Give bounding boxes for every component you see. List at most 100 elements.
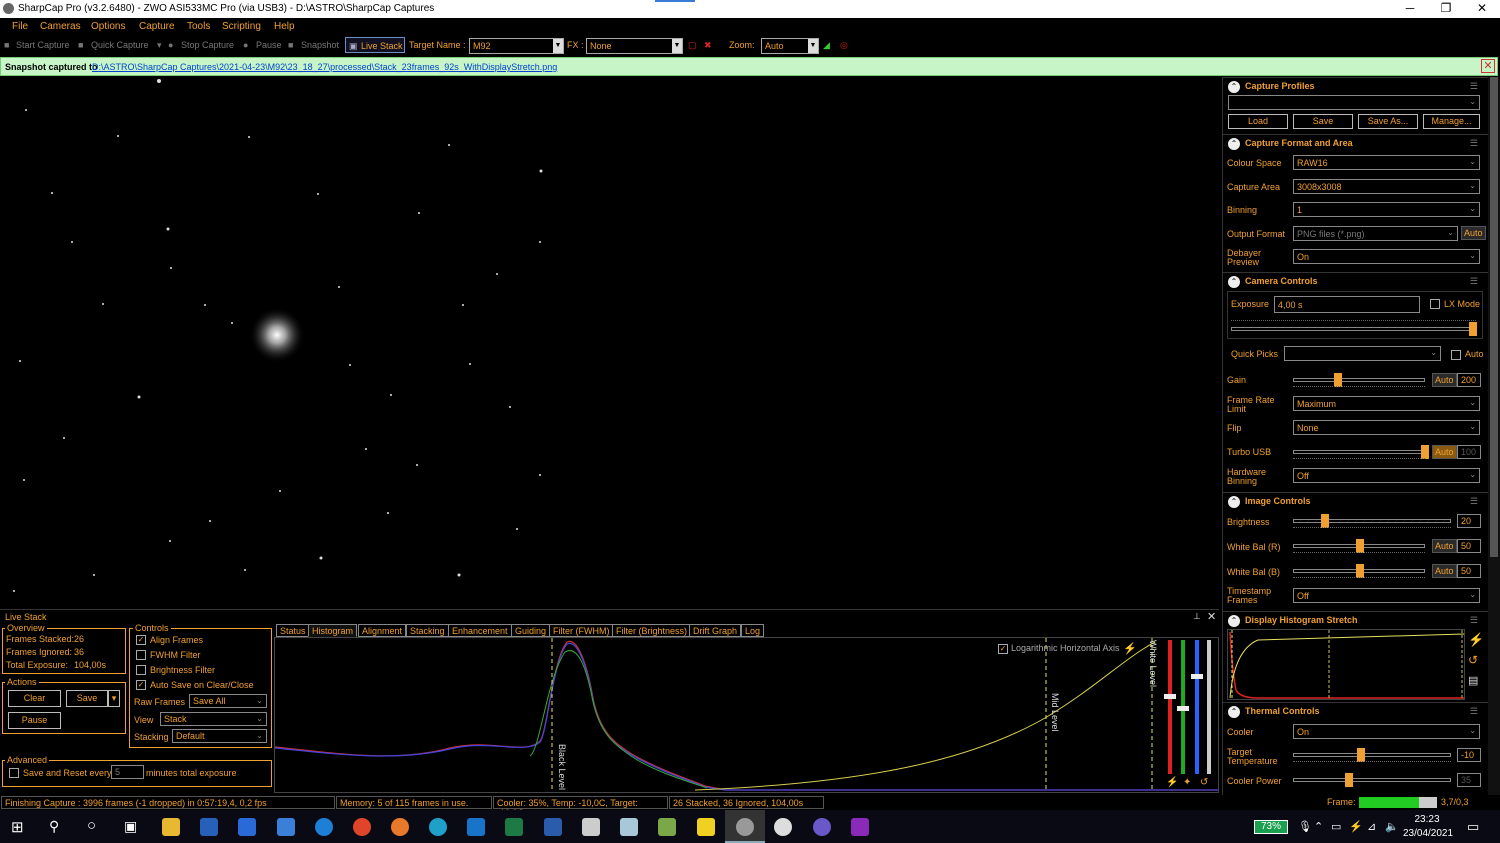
tab-histogram[interactable]: Histogram [308,624,358,637]
battery-indicator[interactable]: 73% [1254,820,1288,834]
menu-icon[interactable]: ☰ [1470,138,1478,149]
turbo-usb-slider[interactable] [1293,450,1425,454]
sparkle-icon[interactable]: ✦ [1183,777,1191,788]
menu-icon[interactable]: ☰ [1470,81,1478,92]
scrollbar-thumb[interactable] [1490,77,1498,557]
brightness-slider-thumb[interactable] [1321,514,1329,528]
live-stack-button[interactable]: ▣ Live Stack [345,37,405,53]
turbo-usb-slider-thumb[interactable] [1421,445,1429,459]
cortana-icon[interactable]: ○ [87,817,96,834]
brightness-slider[interactable] [1293,519,1451,523]
menu-icon[interactable]: ☰ [1470,706,1478,717]
view-select[interactable]: Stack ⌄ [160,712,267,726]
app-icon[interactable] [774,818,792,836]
output-format-auto-button[interactable]: Auto [1461,226,1486,240]
capture-profiles-header[interactable]: ⌃ Capture Profiles ☰ [1223,77,1488,95]
chevron-down-icon[interactable]: ▼ [553,39,563,53]
collapse-icon[interactable]: ⌃ [1228,81,1240,93]
blue-balance-track[interactable] [1195,640,1199,774]
save-options-dropdown[interactable]: ▾ [108,690,120,707]
tab-stacking[interactable]: Stacking [406,624,449,637]
outlook-icon[interactable] [467,818,485,836]
white-bal-b-slider-thumb[interactable] [1356,564,1364,578]
auto-stretch-icon[interactable]: ⚡ [1468,632,1484,648]
turbo-usb-input[interactable]: 100 [1457,445,1481,459]
close-button[interactable]: ✕ [1464,0,1500,18]
display-stretch-header[interactable]: ⌃ Display Histogram Stretch ☰ [1223,611,1488,629]
network-icon[interactable]: ▭ [1331,820,1341,833]
teams-icon[interactable] [277,818,295,836]
reset-stretch-icon[interactable]: ↺ [1468,653,1478,667]
reticle-square-icon[interactable]: ▢ [688,40,697,51]
snapshot-button[interactable]: Snapshot [301,40,339,50]
save-stretch-icon[interactable]: ▤ [1468,674,1478,687]
powershell-ise-icon[interactable] [238,818,256,836]
gain-slider-thumb[interactable] [1334,373,1342,387]
windows-start-icon[interactable]: ⊞ [11,818,24,836]
reset-balance-icon[interactable]: ↺ [1200,777,1208,788]
cooler-select[interactable]: On ⌄ [1293,724,1480,739]
wifi-icon[interactable]: ⊿ [1367,820,1376,833]
reticle-cross-icon[interactable]: ✖ [704,40,712,51]
debayer-preview-select[interactable]: On ⌄ [1293,249,1480,264]
sharpcap-taskbar-button[interactable] [725,810,765,843]
capture-format-header[interactable]: ⌃ Capture Format and Area ☰ [1223,134,1488,152]
green-balance-thumb[interactable] [1177,706,1189,711]
white-bal-b-input[interactable]: 50 [1457,564,1481,578]
menu-options[interactable]: Options [91,21,125,32]
timestamp-frames-select[interactable]: Off ⌄ [1293,588,1480,603]
manage-profiles-button[interactable]: Manage... [1423,114,1480,129]
save-reset-minutes-input[interactable]: 5 [111,765,144,779]
target-name-input[interactable]: M92 ▼ [469,38,564,54]
quick-picks-auto-checkbox[interactable] [1451,350,1461,360]
close-icon[interactable]: ✕ [1207,610,1216,623]
focus-assist-icon[interactable]: ◎ [840,40,848,51]
save-stack-button[interactable]: Save [66,690,108,707]
exposure-slider-thumb[interactable] [1469,322,1477,336]
load-profile-button[interactable]: Load [1228,114,1288,129]
white-bal-r-input[interactable]: 50 [1457,539,1481,553]
internet-explorer-icon[interactable] [315,818,333,836]
volume-icon[interactable]: 🔈 [1385,820,1399,833]
luminance-balance-track[interactable] [1207,640,1211,774]
turbo-usb-auto-button[interactable]: Auto [1432,445,1457,459]
capture-profile-select[interactable]: ⌄ [1228,95,1480,110]
menu-help[interactable]: Help [274,21,295,32]
quick-capture-dropdown-icon[interactable]: ▾ [157,40,162,51]
tab-filter-brightness[interactable]: Filter (Brightness) [612,624,692,637]
stellarium-icon[interactable] [813,818,831,836]
frame-rate-limit-select[interactable]: Maximum ⌄ [1293,396,1480,411]
lx-mode-checkbox[interactable] [1430,299,1440,309]
powershell-icon[interactable] [200,818,218,836]
notifications-icon[interactable]: ▭ [1467,819,1479,835]
auto-balance-icon[interactable]: ⚡ [1166,777,1178,788]
flip-select[interactable]: None ⌄ [1293,420,1480,435]
tab-status[interactable]: Status [276,624,310,637]
gain-slider[interactable] [1293,378,1425,382]
image-controls-header[interactable]: ⌃ Image Controls ☰ [1223,492,1488,510]
menu-scripting[interactable]: Scripting [222,21,261,32]
align-frames-checkbox[interactable]: ✓ [136,635,146,645]
editor-icon[interactable] [658,818,676,836]
notepad-icon[interactable] [620,818,638,836]
collapse-icon[interactable]: ⌃ [1228,496,1240,508]
restore-button[interactable]: ❐ [1428,0,1464,18]
microphone-icon[interactable]: 🎙 [1298,820,1312,833]
menu-file[interactable]: File [12,21,28,32]
collapse-icon[interactable]: ⌃ [1228,706,1240,718]
chrome-icon[interactable] [353,818,371,836]
file-explorer-icon[interactable] [162,818,180,836]
pause-stack-button[interactable]: Pause [8,712,61,729]
tab-drift-graph[interactable]: Drift Graph [689,624,742,637]
collapse-icon[interactable]: ⌃ [1228,615,1240,627]
tab-guiding[interactable]: Guiding [511,624,551,637]
auto-stretch-icon[interactable]: ⚡ [1123,642,1137,655]
tab-log[interactable]: Log [741,624,765,637]
quick-capture-button[interactable]: Quick Capture [91,40,149,50]
clear-stack-button[interactable]: Clear [8,690,61,707]
blue-balance-thumb[interactable] [1191,674,1203,679]
red-balance-track[interactable] [1168,640,1172,774]
gain-auto-button[interactable]: Auto [1432,373,1457,387]
clock-time[interactable]: 23:23 [1407,814,1447,825]
color-balance-sliders[interactable] [1163,640,1215,774]
